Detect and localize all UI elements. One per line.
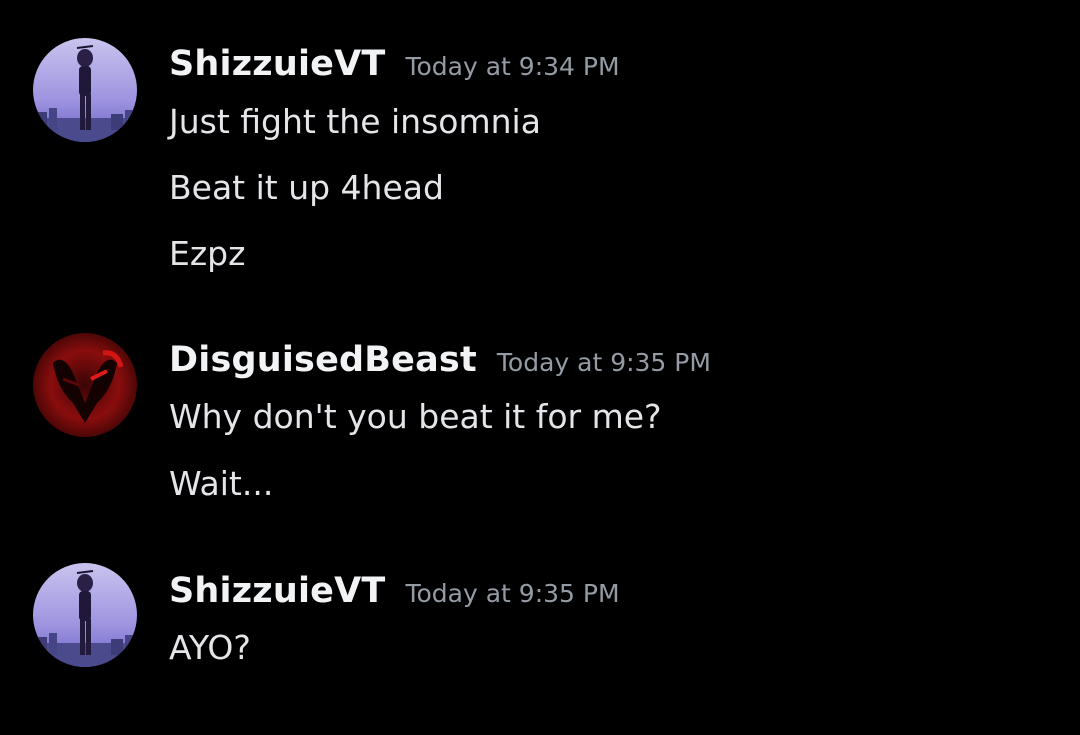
avatar[interactable] bbox=[33, 563, 137, 667]
avatar[interactable] bbox=[33, 333, 137, 437]
username[interactable]: ShizzuieVT bbox=[169, 571, 385, 611]
anime-character-avatar-icon bbox=[33, 563, 137, 667]
timestamp[interactable]: Today at 9:35 PM bbox=[497, 348, 711, 377]
username[interactable]: DisguisedBeast bbox=[169, 340, 477, 380]
red-demon-mask-avatar-icon bbox=[33, 333, 137, 437]
timestamp[interactable]: Today at 9:34 PM bbox=[405, 52, 619, 81]
anime-character-avatar-icon bbox=[33, 38, 137, 142]
message-text: Wait... bbox=[169, 464, 274, 503]
message-text: Why don't you beat it for me? bbox=[169, 397, 662, 436]
timestamp[interactable]: Today at 9:35 PM bbox=[405, 579, 619, 608]
message-text: Just fight the insomnia bbox=[169, 102, 541, 141]
avatar[interactable] bbox=[33, 38, 137, 142]
username[interactable]: ShizzuieVT bbox=[169, 44, 385, 84]
message-text: Beat it up 4head bbox=[169, 168, 444, 207]
message-text: Ezpz bbox=[169, 234, 246, 273]
message-text: AYO? bbox=[169, 628, 251, 667]
